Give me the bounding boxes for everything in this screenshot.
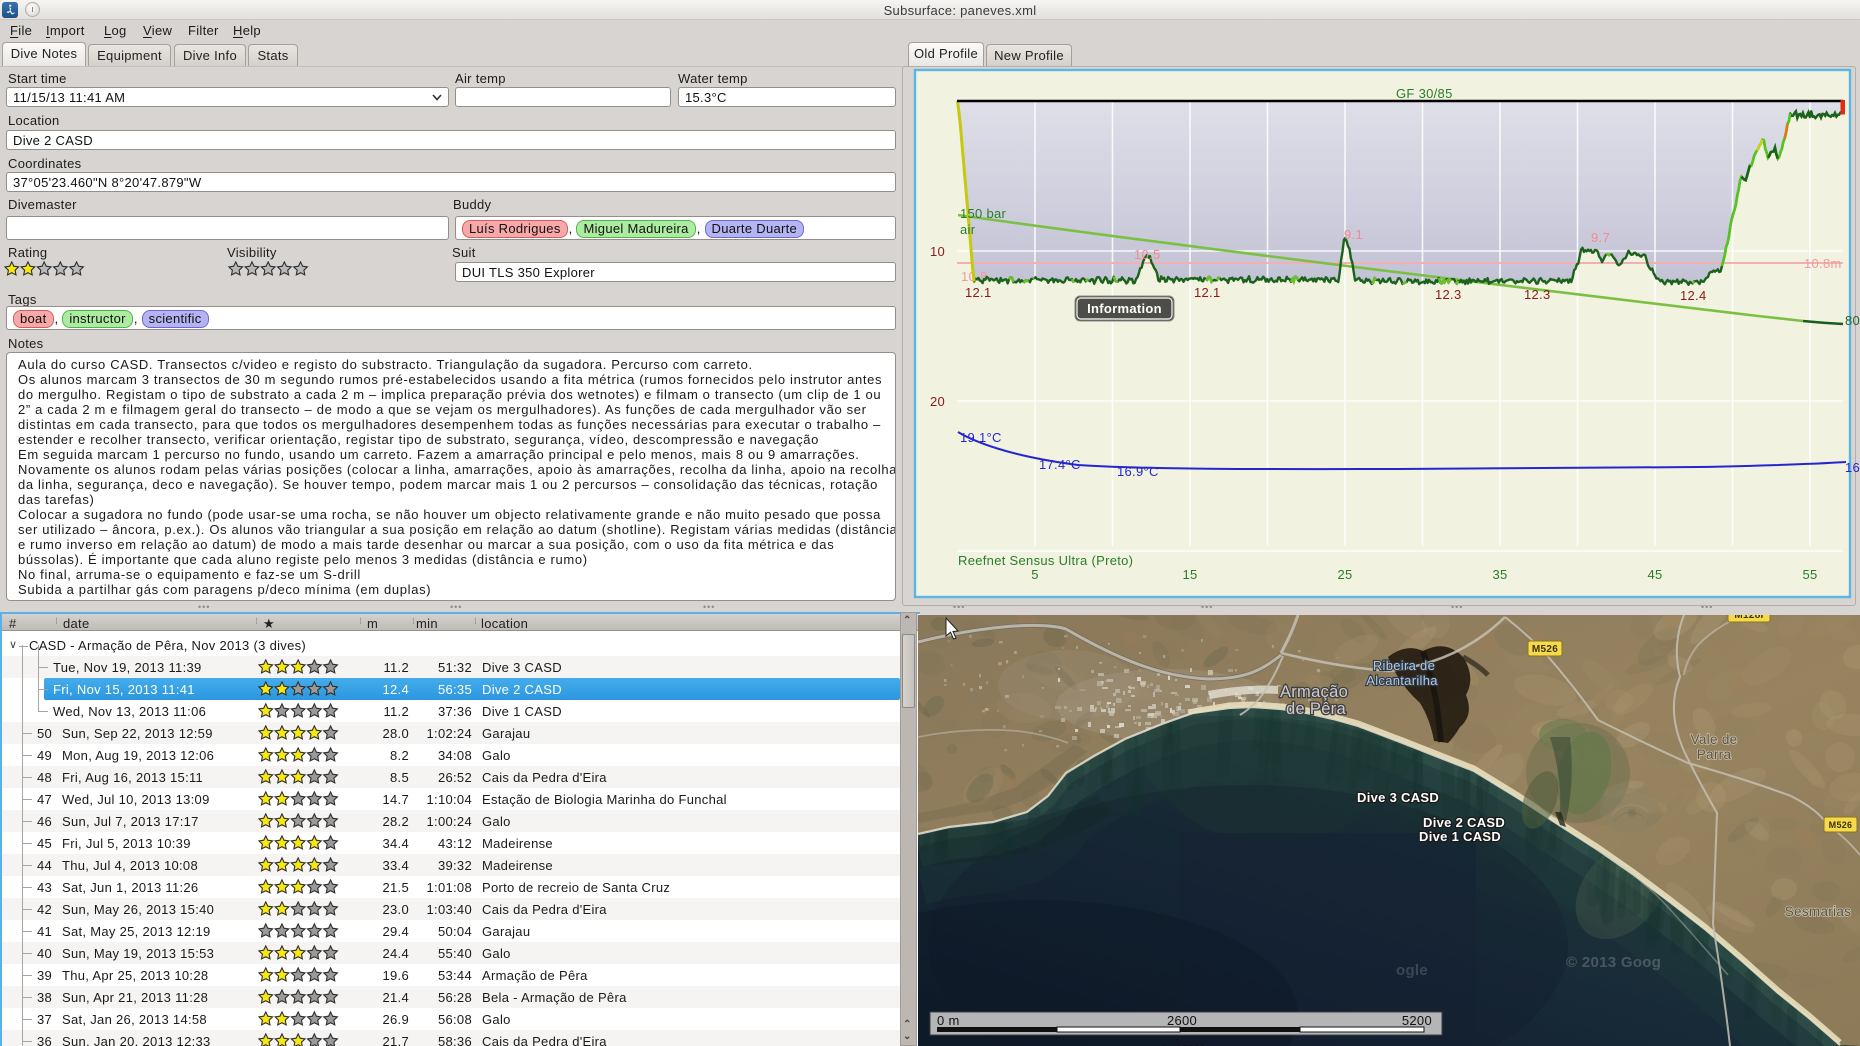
svg-text:45: 45 <box>1647 567 1662 582</box>
svg-text:16: 16 <box>1845 460 1860 475</box>
svg-text:de Pêra: de Pêra <box>1286 700 1346 718</box>
svg-text:15: 15 <box>1182 567 1197 582</box>
svg-text:12.1: 12.1 <box>1194 285 1221 300</box>
svg-text:17.4°C: 17.4°C <box>1039 457 1081 472</box>
svg-text:12.4: 12.4 <box>1680 288 1707 303</box>
svg-text:55: 55 <box>1802 567 1817 582</box>
svg-text:10.8m: 10.8m <box>1804 256 1842 271</box>
svg-text:9.7: 9.7 <box>1591 230 1610 245</box>
svg-text:M128I: M128I <box>1734 615 1763 621</box>
svg-text:Parra: Parra <box>1697 747 1732 762</box>
svg-text:Dive 3 CASD: Dive 3 CASD <box>1357 790 1439 805</box>
svg-text:M526: M526 <box>1532 644 1558 655</box>
svg-text:10.5: 10.5 <box>1134 247 1161 262</box>
svg-text:Dive 2 CASD: Dive 2 CASD <box>1423 815 1505 830</box>
svg-text:16.9°C: 16.9°C <box>1117 464 1159 479</box>
svg-text:5: 5 <box>1031 567 1039 582</box>
svg-text:80: 80 <box>1845 313 1860 328</box>
svg-text:35: 35 <box>1492 567 1507 582</box>
svg-text:Dive 1 CASD: Dive 1 CASD <box>1419 829 1501 844</box>
svg-text:GF 30/85: GF 30/85 <box>1396 86 1453 101</box>
svg-text:Alcantarilha: Alcantarilha <box>1366 673 1438 688</box>
svg-text:© 2013 Goog: © 2013 Goog <box>1566 954 1661 971</box>
svg-text:20: 20 <box>930 394 945 409</box>
svg-text:19.1°C: 19.1°C <box>960 430 1002 445</box>
svg-text:2600: 2600 <box>1167 1013 1197 1028</box>
svg-text:12.3: 12.3 <box>1524 287 1551 302</box>
svg-text:5200: 5200 <box>1402 1013 1432 1028</box>
svg-text:150 bar: 150 bar <box>960 206 1007 221</box>
svg-text:9.1: 9.1 <box>1344 227 1363 242</box>
svg-text:Sesmarias: Sesmarias <box>1785 904 1851 919</box>
svg-text:25: 25 <box>1337 567 1352 582</box>
svg-text:Ribeira de: Ribeira de <box>1373 658 1435 673</box>
svg-text:Vale de: Vale de <box>1691 732 1738 747</box>
svg-text:10: 10 <box>930 244 945 259</box>
svg-text:12.1: 12.1 <box>965 285 992 300</box>
svg-text:Reefnet Sensus Ultra (Preto): Reefnet Sensus Ultra (Preto) <box>958 553 1133 568</box>
svg-text:M526: M526 <box>1829 820 1853 830</box>
svg-text:ogle: ogle <box>1396 962 1428 979</box>
svg-text:0 m: 0 m <box>937 1013 960 1028</box>
svg-text:Armação: Armação <box>1280 683 1348 701</box>
svg-text:12.3: 12.3 <box>1435 287 1462 302</box>
svg-text:Information: Information <box>1087 301 1162 316</box>
svg-text:air: air <box>960 222 976 237</box>
